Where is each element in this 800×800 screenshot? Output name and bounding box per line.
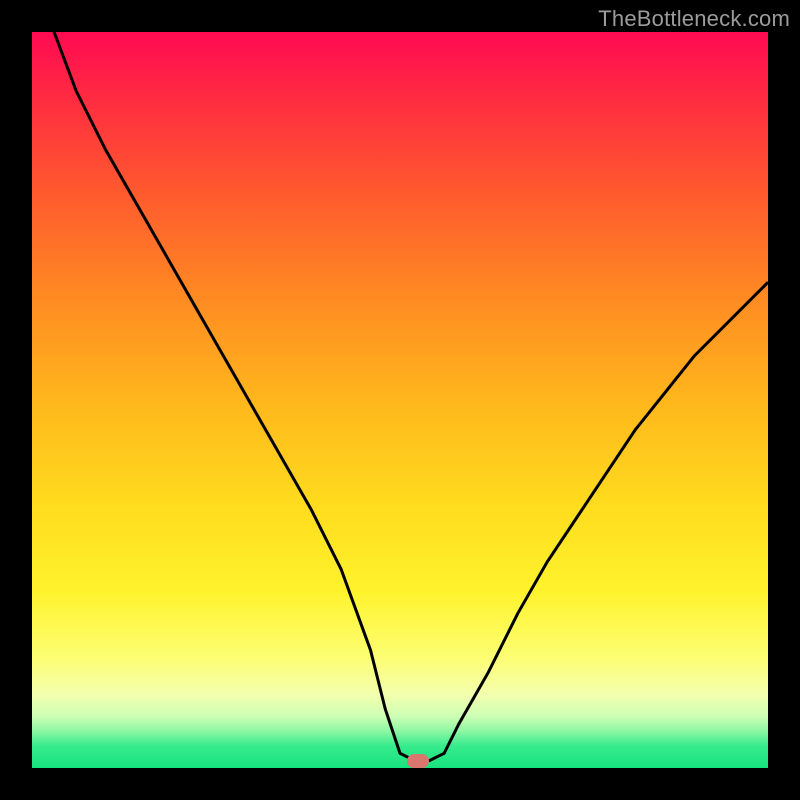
watermark-text: TheBottleneck.com: [598, 6, 790, 32]
chart-frame: TheBottleneck.com: [0, 0, 800, 800]
curve-path: [32, 32, 768, 761]
plot-area: [32, 32, 768, 768]
optimal-point-marker: [407, 754, 429, 768]
bottleneck-curve: [32, 32, 768, 768]
